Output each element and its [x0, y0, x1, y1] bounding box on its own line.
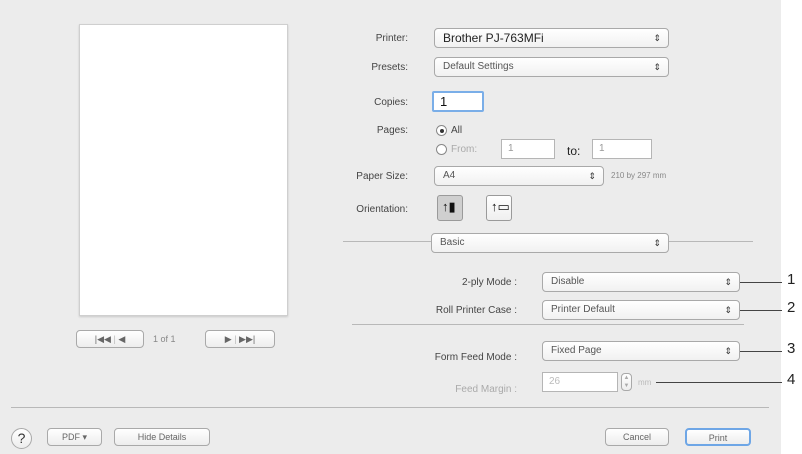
orientation-label: Orientation: [356, 204, 408, 215]
print-button[interactable]: Print [685, 428, 751, 446]
callout-line-1 [740, 282, 782, 283]
popup-arrows-icon: ⇕ [724, 346, 732, 356]
first-page-button[interactable]: |◀◀ [95, 334, 111, 344]
popup-arrows-icon: ⇕ [724, 305, 732, 315]
pages-label: Pages: [376, 125, 408, 136]
printer-label: Printer: [375, 33, 408, 44]
page-preview [79, 24, 288, 316]
popup-arrows-icon: ⇕ [724, 277, 732, 287]
printer-value: Brother PJ-763MFi [443, 31, 544, 45]
pages-from-label: From: [451, 144, 478, 155]
popup-arrows-icon: ⇕ [653, 33, 661, 43]
pages-from-radio[interactable] [436, 144, 447, 155]
pages-all-label: All [451, 125, 463, 136]
section-popup[interactable]: Basic ⇕ [431, 233, 669, 253]
feed-margin-unit: mm [638, 378, 652, 387]
section-value: Basic [440, 237, 465, 248]
paper-size-popup[interactable]: A4 ⇕ [434, 166, 604, 186]
portrait-person-icon: ↑▮ [442, 199, 456, 214]
callout-line-4 [656, 382, 782, 383]
prev-page-button[interactable]: ◀ [118, 334, 125, 344]
feed-margin-label: Feed Margin : [455, 384, 517, 395]
callout-number-4: 4 [787, 371, 796, 388]
last-page-button[interactable]: ▶▶| [239, 334, 255, 344]
preview-next-last-control[interactable]: ▶ | ▶▶| [205, 330, 275, 348]
help-button[interactable]: ? [11, 428, 32, 449]
callout-number-3: 3 [787, 340, 796, 357]
presets-value: Default Settings [443, 61, 514, 72]
landscape-orientation-button[interactable]: ↑▭ [486, 195, 512, 221]
paper-dimensions: 210 by 297 mm [611, 171, 667, 180]
landscape-person-icon: ↑▭ [491, 199, 510, 214]
hide-details-button[interactable]: Hide Details [114, 428, 210, 446]
footer-divider [11, 407, 769, 408]
feed-margin-field[interactable]: 26 [542, 372, 618, 392]
portrait-orientation-button[interactable]: ↑▮ [437, 195, 463, 221]
next-page-button[interactable]: ▶ [225, 334, 232, 344]
feed-margin-stepper[interactable]: ▲ ▼ [621, 373, 632, 391]
pages-all-radio[interactable] [436, 125, 447, 136]
popup-arrows-icon: ⇕ [588, 171, 596, 181]
popup-arrows-icon: ⇕ [653, 238, 661, 248]
copies-field[interactable]: 1 [432, 91, 484, 112]
presets-popup[interactable]: Default Settings ⇕ [434, 57, 669, 77]
roll-case-value: Printer Default [551, 304, 615, 315]
callout-line-2 [740, 310, 782, 311]
pages-to-field[interactable]: 1 [592, 139, 652, 159]
ply-mode-label: 2-ply Mode : [461, 277, 517, 288]
form-feed-popup[interactable]: Fixed Page ⇕ [542, 341, 740, 361]
ply-mode-popup[interactable]: Disable ⇕ [542, 272, 740, 292]
section-divider-left [343, 241, 431, 242]
form-feed-value: Fixed Page [551, 345, 602, 356]
options-divider [352, 324, 744, 325]
roll-case-label: Roll Printer Case : [435, 305, 517, 316]
presets-label: Presets: [371, 62, 408, 73]
pages-from-field[interactable]: 1 [501, 139, 555, 159]
copies-label: Copies: [374, 97, 408, 108]
print-dialog: |◀◀ | ◀ 1 of 1 ▶ | ▶▶| Printer: Brother … [0, 0, 781, 454]
callout-number-1: 1 [787, 271, 796, 288]
paper-size-value: A4 [443, 170, 456, 181]
callout-line-3 [740, 351, 782, 352]
cancel-button[interactable]: Cancel [605, 428, 669, 446]
ply-mode-value: Disable [551, 276, 585, 287]
section-divider-right [669, 241, 753, 242]
pages-to-label: to: [567, 144, 581, 158]
printer-popup[interactable]: Brother PJ-763MFi ⇕ [434, 28, 669, 48]
roll-case-popup[interactable]: Printer Default ⇕ [542, 300, 740, 320]
paper-size-label: Paper Size: [356, 171, 408, 182]
callout-number-2: 2 [787, 299, 796, 316]
popup-arrows-icon: ⇕ [653, 62, 661, 72]
pdf-menu-button[interactable]: PDF ▾ [47, 428, 102, 446]
form-feed-label: Form Feed Mode : [434, 352, 517, 363]
preview-page-count: 1 of 1 [153, 334, 176, 344]
preview-first-prev-control[interactable]: |◀◀ | ◀ [76, 330, 144, 348]
